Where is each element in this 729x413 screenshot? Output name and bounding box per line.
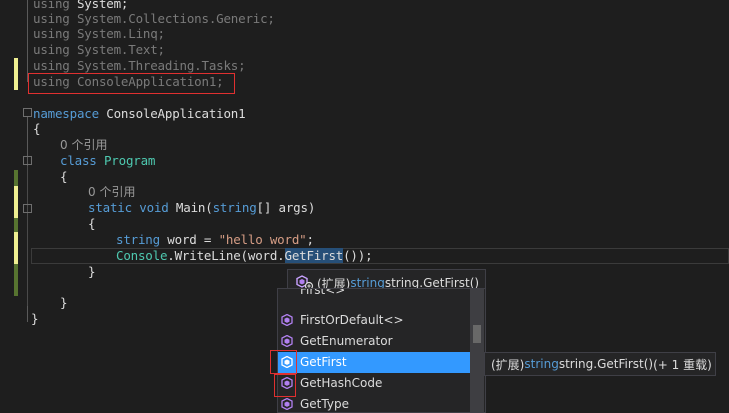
code-line-brace[interactable]: { [33, 121, 41, 137]
outline-guide [27, 0, 28, 82]
highlight-box-icon [274, 374, 296, 397]
completion-description-tooltip: (扩展) string string.GetFirst() (+ 1 重载) [484, 352, 716, 376]
completion-item-selected[interactable]: GetFirst [278, 352, 470, 373]
collapse-toggle-icon[interactable] [23, 108, 32, 117]
code-line-declaration[interactable]: string word = "hello word"; [116, 232, 314, 248]
highlight-box-using [28, 73, 235, 94]
reference-count-label[interactable]: 0 个引用 [88, 184, 135, 200]
completion-item[interactable]: GetHashCode [278, 373, 470, 394]
scrollbar-thumb[interactable] [473, 325, 481, 343]
code-line-using[interactable]: using System.Threading.Tasks; [33, 58, 246, 74]
code-line-brace[interactable]: } [60, 295, 68, 311]
outline-guide [27, 166, 28, 306]
change-bar-unsaved [14, 232, 18, 264]
code-line-writeline[interactable]: Console.WriteLine(word.GetFirst()); [116, 248, 373, 264]
highlight-box-icon [270, 350, 297, 374]
code-line-brace[interactable]: } [88, 264, 96, 280]
method-icon [281, 398, 293, 410]
completion-item[interactable]: First<> [278, 289, 470, 299]
code-line-using[interactable]: using System.Linq; [33, 26, 165, 42]
code-line-brace[interactable]: { [60, 169, 68, 185]
selected-method-name[interactable]: GetFirst [284, 248, 343, 263]
collapse-toggle-icon[interactable] [23, 204, 32, 213]
code-line-main[interactable]: static void Main(string[] args) [88, 200, 315, 216]
code-line-brace[interactable]: { [88, 216, 96, 232]
extension-method-icon [281, 314, 293, 326]
completion-list[interactable]: First<> FirstOrDefault<> GetEnumerator G… [277, 288, 486, 413]
change-bar-unsaved [14, 186, 18, 218]
completion-item[interactable]: GetEnumerator [278, 331, 470, 352]
code-line-using[interactable]: using System.Text; [33, 42, 165, 58]
code-line-namespace[interactable]: namespace ConsoleApplication1 [33, 106, 246, 122]
completion-item[interactable]: FirstOrDefault<> [278, 310, 470, 331]
reference-count-label[interactable]: 0 个引用 [60, 137, 107, 153]
code-line-brace[interactable]: } [31, 311, 39, 327]
method-icon [281, 335, 293, 347]
completion-item[interactable]: GetType [278, 394, 470, 412]
collapse-toggle-icon[interactable] [23, 156, 32, 165]
change-bar-saved [14, 58, 18, 90]
code-line-using[interactable]: using System.Collections.Generic; [33, 11, 275, 27]
code-line-class[interactable]: class Program [60, 153, 155, 169]
completion-scrollbar[interactable] [470, 289, 484, 412]
